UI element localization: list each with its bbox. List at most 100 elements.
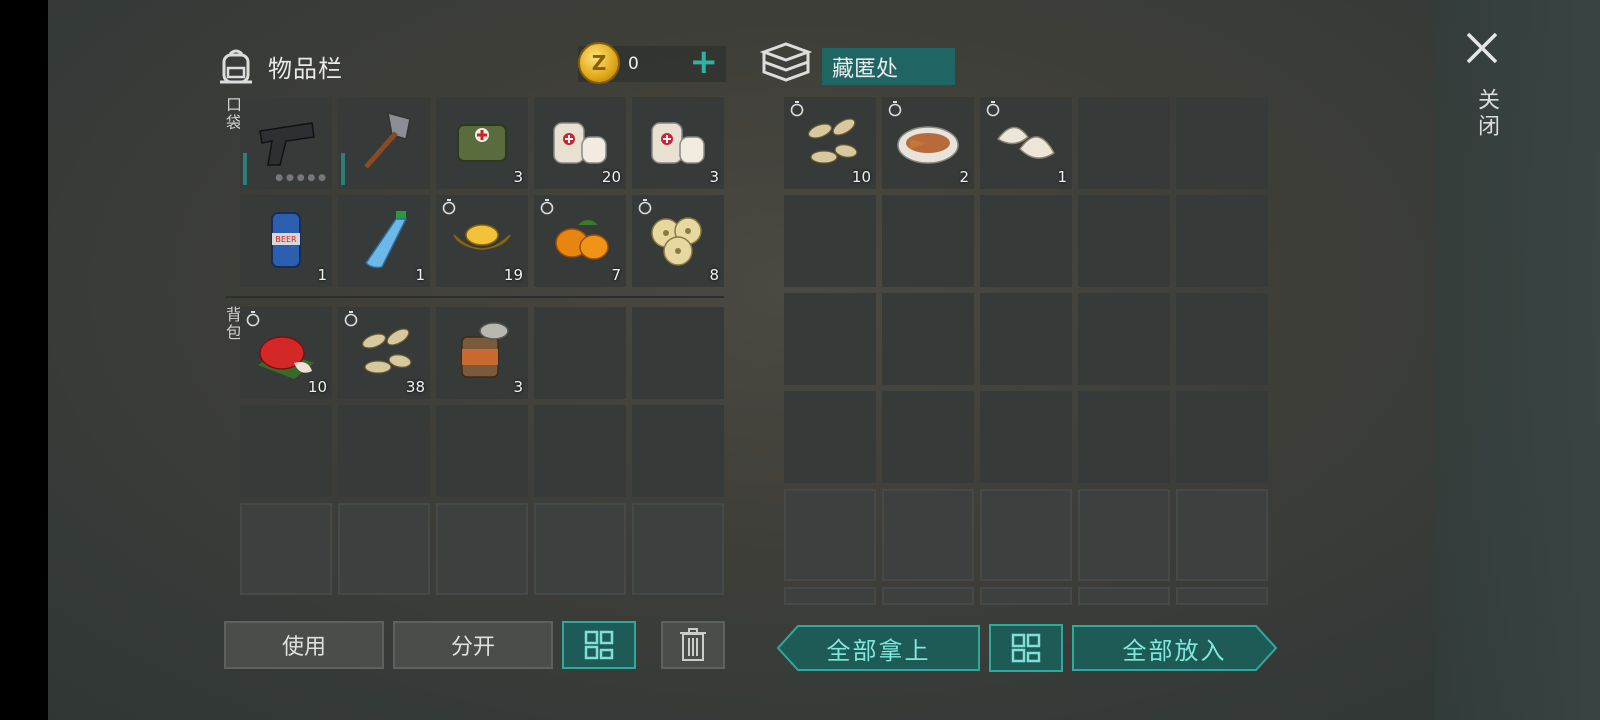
stash-slot[interactable] [784,293,876,385]
use-button[interactable]: 使用 [224,621,384,669]
backpack-icon [220,49,252,84]
sort-stash-button[interactable] [989,624,1063,672]
close-label[interactable]: 关闭 [1470,88,1502,140]
stash-slot-locked [1078,489,1170,581]
add-coins-button[interactable]: + [690,44,719,80]
bandage-icon [651,122,705,164]
inventory-slot-locked [436,503,528,595]
inventory-slot[interactable]: 19 [436,195,528,287]
take-all-button[interactable]: 全部拿上 [776,624,981,672]
stash-slot-locked [1176,587,1268,605]
stash-slot[interactable]: 1 [980,97,1072,189]
stash-slot[interactable] [1176,97,1268,189]
inventory-slot[interactable] [632,307,724,399]
stash-slot[interactable] [980,195,1072,287]
pistol-icon [259,122,315,166]
pocket-grid: ● ● ● ● ● 3 20 3 BEER 1 1 19 7 8 [240,97,724,287]
stash-slot-locked [980,489,1072,581]
inventory-slot[interactable] [534,405,626,497]
stash-slot[interactable] [980,293,1072,385]
item-count: 3 [513,378,523,396]
stash-slot[interactable] [882,195,974,287]
item-count: 1 [1057,168,1067,186]
put-all-label: 全部放入 [1122,636,1227,665]
sort-grid-icon [584,630,614,660]
stash-slot[interactable] [1176,195,1268,287]
lotus-root-icon [651,217,702,266]
stash-slot[interactable] [882,391,974,483]
stash-title: 藏匿处 [822,48,955,85]
sort-grid-icon [1011,633,1041,663]
section-divider [226,296,724,298]
stash-slot-locked [980,587,1072,605]
close-icon[interactable] [1462,28,1502,68]
stash-slot-locked [882,489,974,581]
stash-slot[interactable] [1078,97,1170,189]
inventory-slot[interactable]: BEER 1 [240,195,332,287]
item-count: 8 [709,266,719,284]
stash-slot-locked [882,587,974,605]
sort-inventory-button[interactable] [562,621,636,669]
stash-slot[interactable]: 10 [784,97,876,189]
kumquat-icon [555,220,609,260]
inventory-slot[interactable] [436,405,528,497]
stash-slot[interactable] [1078,293,1170,385]
inventory-slot[interactable]: 3 [436,97,528,189]
inventory-slot[interactable]: ● ● ● ● ● [240,97,332,189]
item-count: 3 [513,168,523,186]
item-count: 3 [709,168,719,186]
beer-can-icon: BEER [271,212,301,268]
put-all-button[interactable]: 全部放入 [1071,624,1278,672]
inventory-slot[interactable] [338,405,430,497]
durability-bar [243,153,247,185]
stash-slot[interactable] [1176,391,1268,483]
inventory-slot[interactable] [534,307,626,399]
inventory-slot[interactable] [338,97,430,189]
medkit-bag-icon [457,124,507,162]
steamed-fish-icon [897,126,959,164]
inventory-slot[interactable]: 10 [240,307,332,399]
stash-slot[interactable] [882,293,974,385]
stash-slot[interactable] [784,391,876,483]
item-count: 38 [405,378,425,396]
currency-box: Z 0 + [578,42,726,84]
inventory-slot[interactable]: 38 [338,307,430,399]
take-all-label: 全部拿上 [826,636,931,665]
svg-text:BEER: BEER [275,235,297,244]
inventory-slot[interactable]: 7 [534,195,626,287]
inventory-slot[interactable]: 8 [632,195,724,287]
item-count: 19 [503,266,523,284]
item-count: 1 [415,266,425,284]
gold-ingot-icon [453,224,511,250]
stash-slot[interactable] [980,391,1072,483]
dumplings-icon [996,126,1055,159]
item-count: 20 [601,168,621,186]
inventory-slot[interactable] [240,405,332,497]
coin-icon: Z [578,42,620,84]
trash-button[interactable] [661,621,725,669]
stash-slot-locked [1078,587,1170,605]
bandage-icon [553,122,607,164]
split-button[interactable]: 分开 [393,621,553,669]
stash-slot[interactable] [1078,391,1170,483]
stash-slot[interactable] [1078,195,1170,287]
stash-grid: 10 2 1 [784,97,1268,605]
stash-slot[interactable]: 2 [882,97,974,189]
left-border [0,0,48,720]
inventory-title: 物品栏 [268,54,343,83]
inventory-slot-locked [338,503,430,595]
inventory-slot[interactable] [632,405,724,497]
item-count: 1 [317,266,327,284]
stash-slot[interactable] [1176,293,1268,385]
stash-slot[interactable] [784,195,876,287]
backpack-grid: 10 38 3 [240,307,724,595]
stash-boxes-icon [760,42,812,82]
inventory-slot-locked [240,503,332,595]
inventory-header: 物品栏 [216,42,343,90]
stash-slot-locked [784,587,876,605]
inventory-slot[interactable]: 20 [534,97,626,189]
inventory-slot[interactable]: 1 [338,195,430,287]
inventory-slot[interactable]: 3 [436,307,528,399]
inventory-slot[interactable]: 3 [632,97,724,189]
trash-icon [680,628,706,661]
